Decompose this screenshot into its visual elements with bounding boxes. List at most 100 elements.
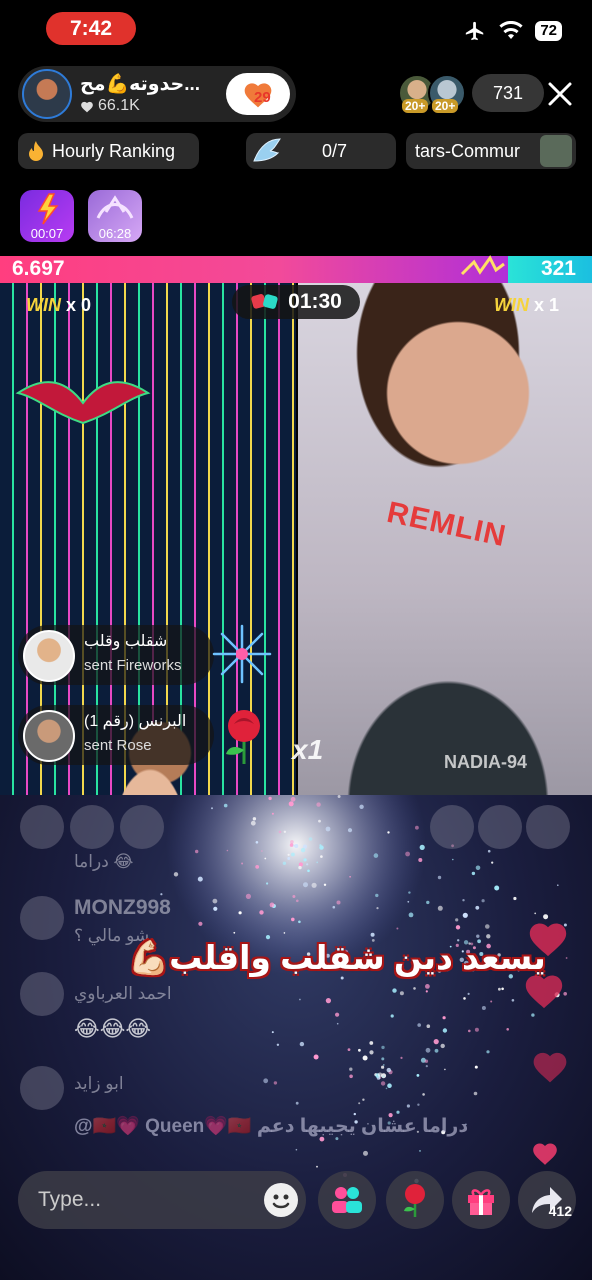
spark-dot — [486, 1050, 490, 1054]
spark-dot — [373, 853, 379, 858]
spark-dot — [349, 1074, 353, 1079]
host-likes-count: 66.1K — [98, 97, 140, 114]
spark-dot — [425, 984, 430, 989]
spark-dot — [319, 844, 322, 847]
comment-input[interactable]: Type... — [18, 1171, 306, 1229]
spark-dot — [325, 826, 331, 832]
opponent-name[interactable]: NADIA-94 — [444, 752, 527, 773]
opponent-video[interactable]: REMLIN — [298, 283, 592, 795]
fan-club-button[interactable]: 29 — [226, 73, 290, 115]
quest-progress[interactable]: 0/7 — [246, 133, 396, 169]
spark-dot — [316, 861, 319, 864]
chat-avatar[interactable] — [20, 805, 64, 849]
chat-avatar[interactable] — [70, 805, 114, 849]
spark-dot — [455, 918, 459, 922]
viewer-avatar[interactable]: 20+ — [428, 74, 466, 113]
spark-dot — [534, 912, 537, 915]
spark-dot — [349, 876, 351, 878]
battery-indicator: 72 — [535, 21, 562, 41]
emoji-button[interactable] — [264, 1183, 298, 1217]
shirt-print: REMLIN — [383, 495, 510, 554]
gift-sender-name: شقلب وقلب — [84, 633, 168, 650]
chat-comment: @🇲🇦💗 Queen💗🇲🇦 دراما عشان يجيبها دعم — [74, 1116, 469, 1137]
share-button[interactable]: 412 — [518, 1171, 576, 1229]
chat-avatar[interactable] — [20, 1066, 64, 1110]
top-viewers[interactable]: 20+ 20+ 731 — [398, 74, 544, 113]
viewer-count[interactable]: 731 — [472, 74, 544, 112]
chat-username[interactable]: ابو زايد — [74, 1074, 124, 1094]
treasure-timer[interactable]: 06:28 — [88, 190, 142, 242]
viewer-level: 20+ — [432, 99, 459, 113]
chat-avatar[interactable] — [120, 805, 164, 849]
spark-dot — [387, 831, 390, 834]
spark-dot — [298, 865, 302, 870]
spark-dot — [255, 841, 259, 844]
spark-dot — [250, 820, 256, 826]
spark-dot — [238, 911, 242, 915]
guests-button[interactable] — [318, 1171, 376, 1229]
gift-sender-avatar[interactable] — [23, 630, 75, 682]
spark-dot — [408, 912, 414, 918]
floating-heart-icon — [525, 975, 563, 1009]
spark-dot — [452, 858, 454, 861]
win-word: WIN — [494, 295, 529, 315]
spark-dot — [426, 900, 430, 905]
rose-gift-button[interactable] — [386, 1171, 444, 1229]
spark-dot — [383, 1064, 385, 1066]
spark-dot — [381, 1057, 385, 1061]
gift-sender-avatar[interactable] — [23, 710, 75, 762]
gift-box-icon — [468, 1189, 494, 1215]
win-word: WIN — [26, 295, 61, 315]
spark-dot — [362, 1098, 365, 1101]
wifi-icon — [499, 21, 523, 39]
spark-dot — [382, 1075, 385, 1078]
smiley-icon — [272, 1194, 290, 1209]
spark-dot — [531, 1013, 535, 1017]
spark-dot — [294, 844, 299, 848]
chat-avatar[interactable] — [20, 972, 64, 1016]
battle-score-left: 6.697 — [12, 257, 65, 280]
spark-dot — [287, 853, 290, 856]
battle-gloves-icon — [251, 294, 278, 309]
spark-dot — [511, 999, 515, 1002]
spark-dot — [425, 1065, 428, 1068]
spark-dot — [332, 905, 336, 909]
gift-button[interactable] — [452, 1171, 510, 1229]
chat-avatar[interactable] — [526, 805, 570, 849]
lightning-icon — [37, 193, 59, 225]
status-bar: 7:42 72 — [0, 0, 592, 58]
hourly-ranking-button[interactable]: Hourly Ranking — [18, 133, 199, 169]
spark-dot — [490, 1000, 493, 1003]
chat-username[interactable]: احمد العرباوي — [74, 984, 172, 1004]
spark-dot — [283, 830, 287, 833]
spark-dot — [513, 896, 517, 901]
chat-username[interactable]: MONZ998 — [74, 896, 171, 920]
spark-dot — [387, 1083, 392, 1088]
host-avatar[interactable] — [22, 69, 72, 119]
spark-dot — [437, 875, 442, 880]
flame-icon — [29, 141, 43, 161]
spark-dot — [316, 1165, 318, 1168]
spark-dot — [295, 1101, 299, 1105]
spark-dot — [362, 1055, 368, 1061]
spark-dot — [337, 795, 341, 798]
boost-timer[interactable]: 00:07 — [20, 190, 74, 242]
close-button[interactable] — [542, 76, 578, 112]
chat-avatar[interactable] — [20, 896, 64, 940]
spark-dot — [290, 840, 294, 844]
spark-dot — [376, 907, 379, 910]
spark-dot — [375, 893, 379, 898]
chat-avatar[interactable] — [478, 805, 522, 849]
spark-dot — [369, 1041, 374, 1045]
fireworks-icon — [212, 624, 272, 684]
gift-notice[interactable]: شقلب وقلب sent Fireworks — [18, 625, 214, 685]
treasure-timer-value: 06:28 — [98, 226, 132, 241]
spark-dot — [271, 812, 274, 815]
host-card[interactable]: حدوته💪مح... 66.1K 29 — [18, 66, 296, 122]
chat-avatar[interactable] — [430, 805, 474, 849]
spark-dot — [485, 924, 490, 929]
gift-notice[interactable]: البرنس (رقم 1) sent Rose — [18, 705, 214, 765]
spark-dot — [261, 850, 263, 852]
spark-dot — [283, 932, 286, 934]
community-button[interactable]: tars-Commur — [406, 133, 576, 169]
